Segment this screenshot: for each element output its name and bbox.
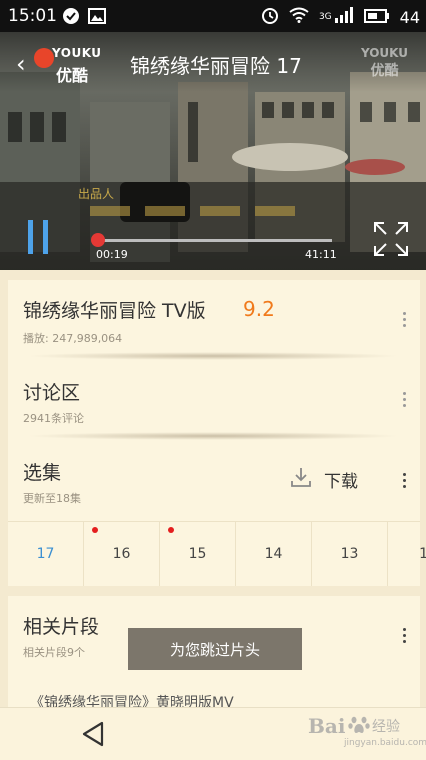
episodes-update: 更新至18集 (23, 492, 81, 505)
discussion-title: 讨论区 (23, 382, 81, 404)
pause-bar-right (43, 220, 48, 254)
network-type: 3G (318, 12, 332, 22)
svg-text:出品人: 出品人 (78, 187, 114, 201)
watermark-cn: 优酷 (370, 63, 399, 79)
related-item[interactable]: 《锦绣缘华丽冒险》黄晓明版MV (30, 692, 234, 707)
baidu-watermark-url: jingyan.baidu.com (344, 738, 426, 748)
alarm-icon (261, 6, 279, 28)
episode-label: 1 (419, 546, 426, 562)
player-watermark: YOUKU 优酷 (361, 46, 408, 80)
skip-intro-toast: 为您跳过片头 (128, 628, 302, 670)
card-divider (26, 432, 400, 440)
back-chevron-icon[interactable]: ‹ (16, 50, 26, 78)
baidu-watermark-cn: 经验 (372, 719, 400, 735)
check-circle-icon (62, 7, 80, 25)
related-title: 相关片段 (23, 616, 100, 638)
show-title: 锦绣缘华丽冒险 TV版 (23, 300, 206, 322)
episode-item[interactable]: 17 (8, 522, 84, 586)
download-button[interactable]: 下载 (290, 466, 358, 492)
episode-list[interactable]: 17 16 15 14 13 1 (8, 521, 426, 586)
status-time: 15:01 (8, 6, 57, 26)
progress-knob[interactable] (90, 233, 105, 247)
episode-item[interactable]: 13 (312, 522, 388, 586)
progress-bar[interactable] (90, 233, 332, 247)
download-label: 下载 (324, 471, 358, 492)
frame-credit-text: 出品人 (78, 187, 114, 201)
baidu-watermark: Bai 经验 jingyan.baidu.com (308, 712, 426, 752)
signal-icon (334, 7, 354, 27)
more-options-icon[interactable] (402, 392, 406, 407)
youku-logo: YOUKU 优酷 (34, 44, 101, 85)
episode-label: 17 (36, 546, 55, 562)
episode-label: 14 (264, 546, 283, 562)
episode-item[interactable]: 14 (236, 522, 312, 586)
battery-level: 44 (399, 7, 420, 27)
total-time: 41:11 (305, 248, 337, 261)
episode-label: 15 (188, 546, 207, 562)
episode-label: 16 (112, 546, 131, 562)
youku-logo-en: YOUKU (52, 46, 102, 60)
status-bar: 15:01 3G 44 (0, 0, 426, 32)
back-triangle-icon[interactable] (80, 720, 106, 752)
more-options-icon[interactable] (402, 473, 406, 488)
fullscreen-icon[interactable] (372, 220, 410, 258)
battery-icon (363, 8, 390, 27)
video-player[interactable]: 出品人 ‹ YOUKU 优酷 锦绣缘华丽冒险 17 YOUKU 优酷 00:19… (0, 32, 426, 270)
video-title: 锦绣缘华丽冒险 17 (130, 54, 302, 78)
youku-swoosh-icon (34, 48, 54, 68)
current-time: 00:19 (96, 248, 128, 261)
baidu-watermark-text: Bai (308, 714, 346, 738)
episode-item[interactable]: 1 (388, 522, 426, 586)
show-rating: 9.2 (243, 297, 275, 321)
more-options-icon[interactable] (402, 628, 406, 643)
episodes-title: 选集 (23, 462, 62, 484)
new-badge (168, 527, 174, 533)
youku-logo-cn: 优酷 (56, 66, 89, 85)
paw-icon (348, 714, 370, 740)
download-icon (290, 466, 312, 492)
related-count: 相关片段9个 (23, 646, 85, 659)
episode-item[interactable]: 15 (160, 522, 236, 586)
discussion-card[interactable]: 讨论区 2941条评论 (8, 360, 420, 440)
watermark-en: YOUKU (360, 46, 408, 60)
pause-bar-left (28, 220, 33, 254)
comment-count: 2941条评论 (23, 412, 84, 425)
play-count: 播放: 247,989,064 (23, 332, 123, 345)
more-options-icon[interactable] (402, 312, 406, 327)
episode-label: 13 (340, 546, 359, 562)
card-divider (26, 352, 400, 360)
new-badge (92, 527, 98, 533)
wifi-icon (289, 7, 309, 27)
pause-button[interactable] (24, 220, 54, 254)
episodes-card: 选集 更新至18集 下载 17 16 15 14 13 1 (8, 440, 426, 586)
episode-item[interactable]: 16 (84, 522, 160, 586)
image-icon (88, 7, 106, 25)
show-info-card[interactable]: 锦绣缘华丽冒险 TV版 9.2 播放: 247,989,064 (8, 280, 420, 360)
